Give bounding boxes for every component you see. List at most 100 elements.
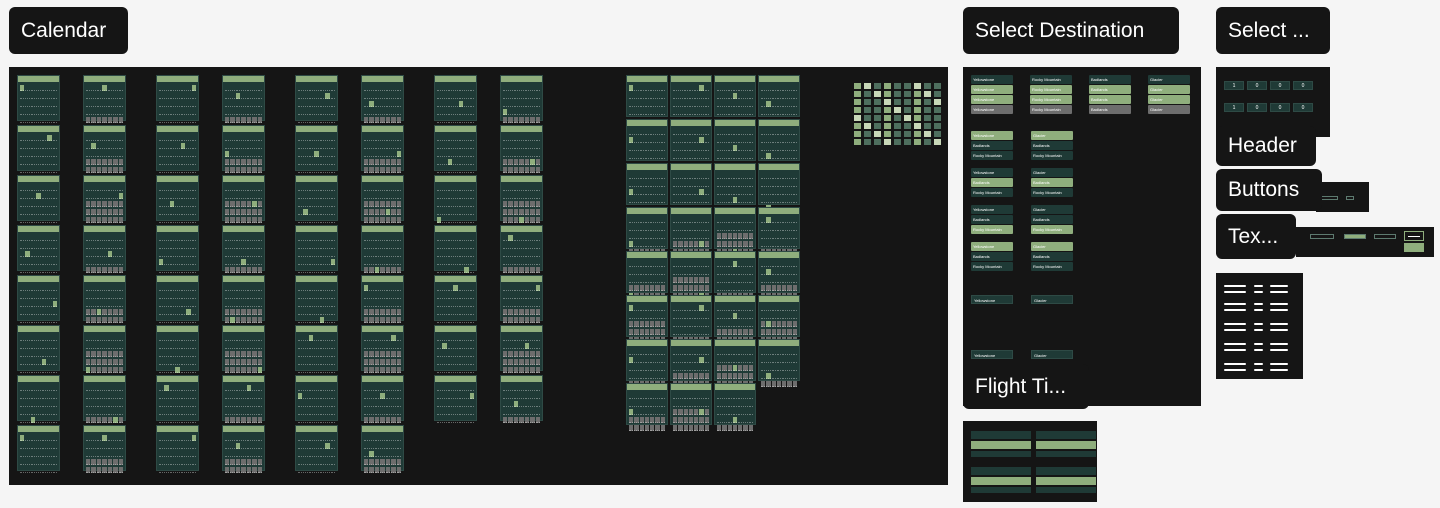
- day-cell[interactable]: [308, 151, 314, 157]
- day-cell[interactable]: [257, 109, 262, 115]
- day-cell[interactable]: [442, 267, 447, 273]
- day-cell[interactable]: [535, 359, 540, 365]
- day-cell[interactable]: [738, 153, 743, 159]
- day-cell[interactable]: [503, 317, 508, 323]
- day-grid[interactable]: [503, 285, 540, 323]
- day-cell[interactable]: [252, 293, 257, 299]
- day-cell[interactable]: [727, 269, 732, 275]
- day-cell[interactable]: [738, 425, 743, 431]
- day-cell[interactable]: [655, 321, 660, 327]
- day-cell[interactable]: [660, 269, 665, 275]
- day-cell[interactable]: [442, 317, 447, 323]
- day-cell[interactable]: [385, 451, 391, 457]
- day-cell[interactable]: [644, 425, 650, 431]
- day-cell[interactable]: [20, 359, 25, 365]
- day-cell[interactable]: [230, 93, 235, 99]
- day-cell[interactable]: [683, 181, 688, 187]
- day-cell[interactable]: [738, 85, 743, 91]
- day-cell[interactable]: [175, 335, 180, 341]
- destination-list-option[interactable]: Badlands: [971, 141, 1013, 150]
- day-cell[interactable]: [782, 109, 787, 115]
- day-cell[interactable]: [513, 167, 519, 173]
- day-cell[interactable]: [330, 367, 335, 373]
- day-cell[interactable]: [113, 193, 118, 199]
- day-cell[interactable]: [102, 451, 107, 457]
- day-cell[interactable]: [330, 85, 335, 91]
- day-cell[interactable]: [442, 335, 447, 341]
- day-cell[interactable]: [699, 393, 704, 399]
- day-cell[interactable]: [766, 145, 771, 151]
- day-cell[interactable]: [717, 305, 722, 311]
- day-cell[interactable]: [660, 261, 665, 267]
- day-cell[interactable]: [191, 309, 196, 315]
- day-cell[interactable]: [303, 467, 308, 473]
- day-cell[interactable]: [314, 201, 319, 207]
- day-cell[interactable]: [683, 365, 688, 371]
- day-cell[interactable]: [180, 409, 186, 415]
- day-dot[interactable]: [874, 107, 881, 113]
- month-calendar[interactable]: [434, 275, 477, 323]
- day-cell[interactable]: [91, 167, 96, 173]
- month-calendar[interactable]: [83, 425, 126, 473]
- day-grid[interactable]: [761, 217, 797, 255]
- day-cell[interactable]: [241, 393, 246, 399]
- day-cell[interactable]: [738, 401, 743, 407]
- day-cell[interactable]: [369, 301, 374, 307]
- day-cell[interactable]: [369, 193, 374, 199]
- day-cell[interactable]: [391, 409, 396, 415]
- day-cell[interactable]: [47, 117, 52, 123]
- calendar-frame[interactable]: [9, 67, 948, 485]
- day-cell[interactable]: [776, 225, 782, 231]
- day-cell[interactable]: [374, 117, 380, 123]
- day-cell[interactable]: [96, 259, 102, 265]
- day-cell[interactable]: [298, 185, 303, 191]
- day-cell[interactable]: [180, 167, 186, 173]
- month-calendar[interactable]: [714, 163, 756, 211]
- day-cell[interactable]: [766, 357, 771, 363]
- day-dot[interactable]: [854, 131, 861, 137]
- day-cell[interactable]: [447, 267, 453, 273]
- day-cell[interactable]: [107, 385, 113, 391]
- day-cell[interactable]: [732, 225, 738, 231]
- day-cell[interactable]: [722, 393, 727, 399]
- day-cell[interactable]: [369, 467, 374, 473]
- day-cell[interactable]: [118, 393, 123, 399]
- day-cell[interactable]: [380, 135, 385, 141]
- day-cell[interactable]: [391, 251, 396, 257]
- day-cell[interactable]: [442, 301, 447, 307]
- day-cell[interactable]: [655, 261, 660, 267]
- day-cell[interactable]: [453, 193, 458, 199]
- day-cell[interactable]: [391, 385, 396, 391]
- day-cell[interactable]: [655, 225, 660, 231]
- day-cell[interactable]: [330, 243, 335, 249]
- day-cell[interactable]: [30, 243, 36, 249]
- day-cell[interactable]: [364, 367, 369, 373]
- day-cell[interactable]: [164, 117, 169, 123]
- day-cell[interactable]: [464, 135, 469, 141]
- day-cell[interactable]: [385, 435, 391, 441]
- day-cell[interactable]: [246, 151, 252, 157]
- day-cell[interactable]: [298, 135, 303, 141]
- day-grid[interactable]: [673, 85, 709, 123]
- day-dot[interactable]: [934, 107, 941, 113]
- day-cell[interactable]: [169, 335, 175, 341]
- day-cell[interactable]: [169, 467, 175, 473]
- day-cell[interactable]: [771, 109, 776, 115]
- month-calendar[interactable]: [222, 225, 265, 273]
- month-calendar[interactable]: [626, 163, 668, 211]
- day-cell[interactable]: [191, 159, 196, 165]
- day-cell[interactable]: [776, 173, 782, 179]
- day-cell[interactable]: [748, 357, 753, 363]
- day-cell[interactable]: [230, 209, 235, 215]
- dropdown-right-bottom[interactable]: Glacier: [1031, 350, 1073, 359]
- day-cell[interactable]: [655, 181, 660, 187]
- day-cell[interactable]: [655, 173, 660, 179]
- day-cell[interactable]: [369, 117, 374, 123]
- day-cell[interactable]: [252, 243, 257, 249]
- day-cell[interactable]: [86, 259, 91, 265]
- day-cell[interactable]: [766, 381, 771, 387]
- day-cell[interactable]: [314, 443, 319, 449]
- day-cell[interactable]: [319, 393, 325, 399]
- day-cell[interactable]: [314, 159, 319, 165]
- day-cell[interactable]: [743, 181, 748, 187]
